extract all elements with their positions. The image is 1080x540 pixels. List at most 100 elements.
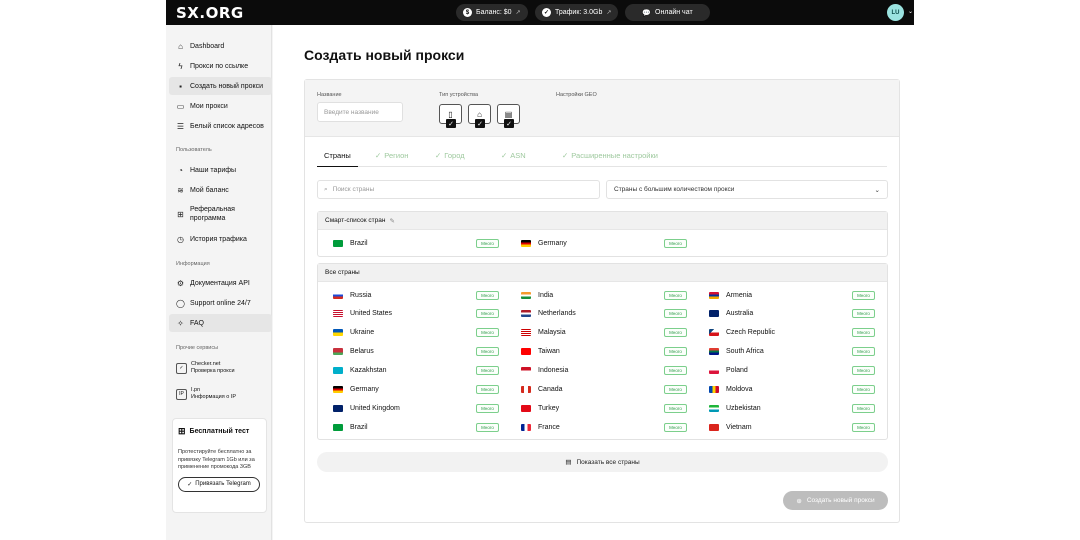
tab-asn[interactable]: ✓ ASN (501, 151, 526, 160)
country-row[interactable]: Uzbekistan Много (709, 402, 875, 414)
balance-label: Баланс: $0 (476, 9, 512, 16)
country-row[interactable]: Ukraine Много (333, 327, 499, 339)
sidebar-item-traffic-history[interactable]: ◷ История трафика (169, 230, 272, 248)
sidebar-item-balance[interactable]: ≋ Мой баланс (169, 181, 272, 199)
sidebar-item-referral[interactable]: ⊞ Реферальная программа (169, 203, 272, 225)
top-bar: SX.ORG $ Баланс: $0 ↗ ✓ Трафик: 3.0Gb ↗ … (166, 0, 914, 25)
show-all-countries-button[interactable]: ▤ Показать все страны (317, 452, 888, 472)
availability-badge: Много (664, 422, 687, 432)
country-row[interactable]: Czech Republic Много (709, 327, 875, 339)
country-name: Taiwan (538, 348, 560, 356)
country-row[interactable]: Russia Много (333, 289, 499, 301)
params-panel: Название Введите название Тип устройства… (305, 80, 899, 137)
service-text: Checker.net Проверка прокси (191, 361, 235, 375)
name-input[interactable]: Введите название (317, 102, 403, 122)
home-icon: ⌂ (477, 109, 482, 119)
section-user-heading: Пользователь (176, 147, 212, 153)
gift-icon: ⊞ (178, 426, 186, 436)
smart-list-title: Смарт-список стран (325, 217, 386, 224)
country-row[interactable]: Germany Много (333, 384, 499, 396)
availability-badge: Много (476, 403, 499, 413)
chevron-down-icon[interactable]: ⌄ (908, 8, 913, 15)
country-row[interactable]: Kazakhstan Много (333, 365, 499, 377)
sidebar-item-tariffs[interactable]: ◔ Наши тарифы (169, 161, 272, 179)
sidebar-item-whitelist[interactable]: ☰ Белый список адресов (169, 117, 272, 135)
service-subtitle: Проверка прокси (191, 368, 235, 374)
checker-icon: ✓ (176, 362, 187, 374)
country-filter-select[interactable]: Страны с большим количеством прокси ⌄ (606, 180, 888, 199)
country-row[interactable]: Indonesia Много (521, 365, 687, 377)
traffic-pill[interactable]: ✓ Трафик: 3.0Gb ↗ (535, 4, 619, 21)
create-proxy-button[interactable]: ⊕ Создать новый прокси (783, 491, 888, 510)
country-row[interactable]: Poland Много (709, 365, 875, 377)
online-chat-button[interactable]: 💬 Онлайн чат (625, 4, 710, 21)
service-ipn[interactable]: IP I.pn Информация о IP (176, 387, 236, 401)
sidebar-item-label: Мой баланс (190, 186, 229, 194)
sidebar-item-proxy-by-link[interactable]: ϟ Прокси по ссылке (169, 57, 272, 75)
sidebar-item-my-proxies[interactable]: ▭ Мои прокси (169, 97, 272, 115)
availability-badge: Много (852, 403, 875, 413)
chat-bubbles-icon: 💬 (642, 9, 652, 17)
country-row[interactable]: Germany Много (521, 237, 687, 249)
country-row[interactable]: Moldova Много (709, 384, 875, 396)
country-row[interactable]: Australia Много (709, 308, 875, 320)
country-row[interactable]: France Много (521, 421, 687, 433)
sidebar-item-faq[interactable]: ✧ FAQ (169, 314, 272, 332)
device-home-toggle[interactable]: ⌂ ✓ (468, 104, 491, 128)
smart-list-group: Смарт-список стран ✎ Brazil Много Germany М… (317, 211, 888, 257)
country-search-input[interactable]: ⌕ Поиск страны (317, 180, 600, 199)
service-checker[interactable]: ✓ Checker.net Проверка прокси (176, 361, 235, 375)
country-name: France (538, 423, 560, 431)
mobile-icon: ▯ (448, 109, 453, 119)
country-name: Germany (538, 239, 567, 247)
country-row[interactable]: Turkey Много (521, 402, 687, 414)
tab-region[interactable]: ✓ Регион (375, 151, 408, 160)
country-row[interactable]: Vietnam Много (709, 421, 875, 433)
sidebar-item-create-proxy[interactable]: ▪ Создать новый прокси (169, 77, 272, 95)
tab-label: Город (444, 151, 465, 160)
country-row[interactable]: Brazil Много (333, 237, 499, 249)
gift-icon: ⊞ (177, 209, 184, 219)
tab-advanced[interactable]: ✓ Расширенные настройки (562, 151, 658, 160)
sidebar-item-api-docs[interactable]: ⚙ Документация API (169, 274, 272, 292)
avatar[interactable]: LU (887, 4, 904, 21)
availability-badge: Много (852, 309, 875, 319)
tab-countries[interactable]: Страны (317, 151, 358, 167)
country-row[interactable]: South Africa Много (709, 346, 875, 358)
availability-badge: Много (476, 328, 499, 338)
sidebar-item-label: Мои прокси (190, 102, 228, 110)
traffic-label: Трафик: 3.0Gb (555, 9, 603, 16)
country-row[interactable]: Taiwan Много (521, 346, 687, 358)
device-mobile-toggle[interactable]: ▯ ✓ (439, 104, 462, 128)
flag-br-icon (333, 423, 343, 431)
flag-ca-icon (521, 386, 531, 393)
service-subtitle: Информация о IP (191, 394, 236, 400)
free-test-card: ⊞ Бесплатный тест Протестируйте бесплатн… (172, 418, 267, 513)
country-name: United States (350, 310, 393, 318)
availability-badge: Много (852, 422, 875, 432)
tab-city[interactable]: ✓ Город (435, 151, 465, 160)
link-telegram-button[interactable]: ✓ Привязать Telegram (178, 476, 260, 492)
sidebar-item-support[interactable]: ◯ Support online 24/7 (169, 294, 272, 312)
sidebar-item-dashboard[interactable]: ⌂ Dashboard (169, 37, 272, 55)
availability-badge: Много (852, 290, 875, 300)
country-row[interactable]: Brazil Много (333, 421, 499, 433)
flag-fr-icon (521, 423, 531, 431)
availability-badge: Много (852, 385, 875, 394)
country-row[interactable]: Armenia Много (709, 289, 875, 301)
logo[interactable]: SX.ORG (176, 4, 244, 22)
device-datacenter-toggle[interactable]: ▤ ✓ (497, 104, 520, 128)
pencil-icon[interactable]: ✎ (389, 217, 394, 225)
availability-badge: Много (476, 309, 499, 319)
country-row[interactable]: India Много (521, 289, 687, 301)
country-row[interactable]: Belarus Много (333, 346, 499, 358)
country-row[interactable]: Malaysia Много (521, 327, 687, 339)
service-title: I.pn (191, 387, 201, 393)
country-name: Czech Republic (726, 329, 776, 337)
balance-pill[interactable]: $ Баланс: $0 ↗ (456, 4, 528, 21)
country-name: Netherlands (538, 310, 576, 318)
country-row[interactable]: United Kingdom Много (333, 402, 499, 414)
country-row[interactable]: United States Много (333, 308, 499, 320)
country-row[interactable]: Netherlands Много (521, 308, 687, 320)
country-row[interactable]: Canada Много (521, 384, 687, 396)
